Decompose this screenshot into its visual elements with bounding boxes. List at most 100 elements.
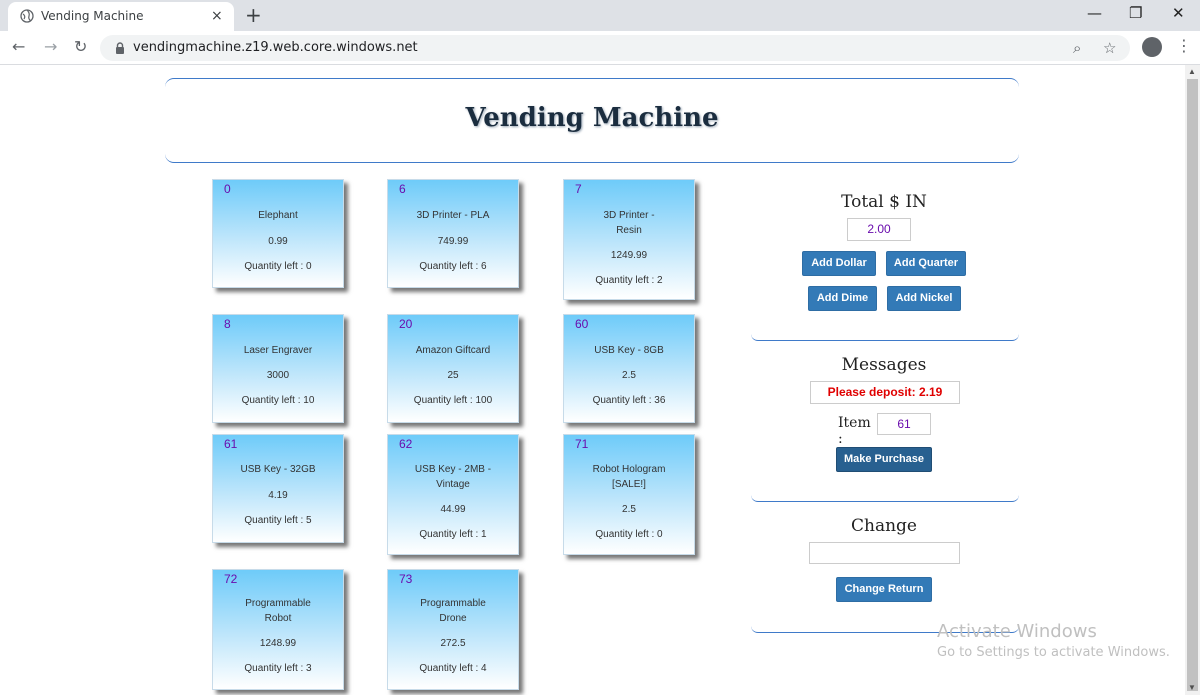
item-number: 60 xyxy=(575,317,589,331)
item-field[interactable]: 61 xyxy=(877,413,931,435)
item-price: 2.5 xyxy=(622,370,636,381)
activate-windows-hint: Go to Settings to activate Windows. xyxy=(937,645,1170,660)
add-quarter-button[interactable]: Add Quarter xyxy=(886,251,966,276)
item-number: 7 xyxy=(575,182,582,196)
bookmark-star-icon[interactable]: ☆ xyxy=(1103,39,1116,57)
item-name-line: Robot Hologram xyxy=(592,464,666,475)
item-quantity: Quantity left : 1 xyxy=(419,529,487,540)
item-number: 73 xyxy=(399,572,413,586)
item-number: 20 xyxy=(399,317,413,331)
item-quantity: Quantity left : 0 xyxy=(595,529,663,540)
zoom-icon[interactable]: ⌕ xyxy=(1073,39,1081,57)
forward-icon[interactable]: → xyxy=(44,37,57,56)
item-card[interactable]: 72 Programmable Robot 1248.99 Quantity l… xyxy=(212,569,344,690)
item-name-line: Vintage xyxy=(436,479,470,490)
item-name-line: Programmable xyxy=(245,598,311,609)
item-name: Programmable Robot xyxy=(213,596,343,626)
item-price: 272.5 xyxy=(440,638,466,649)
minimize-button[interactable]: — xyxy=(1087,4,1102,22)
add-dime-button[interactable]: Add Dime xyxy=(808,286,877,311)
scroll-thumb[interactable] xyxy=(1187,79,1198,691)
reload-icon[interactable]: ↻ xyxy=(74,37,87,56)
item-card[interactable]: 61 USB Key - 32GB 4.19 Quantity left : 5 xyxy=(212,434,344,543)
back-icon[interactable]: ← xyxy=(12,37,25,56)
messages-heading: Messages xyxy=(841,355,927,375)
item-card[interactable]: 71 Robot Hologram [SALE!] 2.5 Quantity l… xyxy=(563,434,695,555)
item-quantity: Quantity left : 100 xyxy=(413,395,493,406)
item-price: 3000 xyxy=(266,370,290,381)
page-title: Vending Machine xyxy=(465,103,719,133)
restore-button[interactable]: ❐ xyxy=(1129,4,1142,22)
total-in-field: 2.00 xyxy=(847,218,911,241)
add-nickel-button[interactable]: Add Nickel xyxy=(887,286,961,311)
change-return-button[interactable]: Change Return xyxy=(836,577,932,602)
item-name: USB Key - 8GB xyxy=(594,345,664,356)
item-name-line: [SALE!] xyxy=(612,479,646,490)
profile-avatar[interactable] xyxy=(1142,37,1162,57)
activate-windows-watermark: Activate Windows xyxy=(937,621,1097,642)
page-scrollbar[interactable]: ▲ ▼ xyxy=(1185,65,1200,695)
item-name: USB Key - 2MB - Vintage xyxy=(388,462,518,492)
item-card[interactable]: 7 3D Printer - Resin 1249.99 Quantity le… xyxy=(563,179,695,300)
item-number: 8 xyxy=(224,317,231,331)
item-number: 6 xyxy=(399,182,406,196)
item-name: Laser Engraver xyxy=(243,345,313,356)
message-field: Please deposit: 2.19 xyxy=(810,381,960,404)
item-price: 2.5 xyxy=(622,504,636,515)
item-card[interactable]: 8 Laser Engraver 3000 Quantity left : 10 xyxy=(212,314,344,423)
item-name: USB Key - 32GB xyxy=(240,464,316,475)
money-divider xyxy=(751,334,1019,341)
item-price: 1248.99 xyxy=(259,638,297,649)
tab-close-icon[interactable]: × xyxy=(211,8,223,24)
lock-icon xyxy=(116,42,124,54)
item-card[interactable]: 0 Elephant 0.99 Quantity left : 0 xyxy=(212,179,344,288)
messages-divider xyxy=(751,495,1019,502)
omnibox[interactable]: vendingmachine.z19.web.core.windows.net … xyxy=(100,35,1130,61)
item-price: 0.99 xyxy=(268,236,288,247)
item-number: 0 xyxy=(224,182,231,196)
item-card[interactable]: 6 3D Printer - PLA 749.99 Quantity left … xyxy=(387,179,519,288)
scroll-up-icon[interactable]: ▲ xyxy=(1188,67,1196,76)
browser-address-bar: ← → ↻ vendingmachine.z19.web.core.window… xyxy=(0,31,1200,65)
url-text: vendingmachine.z19.web.core.windows.net xyxy=(133,40,418,55)
browser-tab[interactable]: Vending Machine × xyxy=(8,2,234,31)
item-name: 3D Printer - Resin xyxy=(564,208,694,238)
item-price: 25 xyxy=(447,370,459,381)
tab-title: Vending Machine xyxy=(41,9,144,23)
new-tab-button[interactable]: + xyxy=(245,3,262,27)
item-quantity: Quantity left : 36 xyxy=(592,395,666,406)
item-price: 44.99 xyxy=(440,504,466,515)
header-rule-bottom xyxy=(165,154,1019,163)
item-name-line: USB Key - 2MB - xyxy=(414,464,492,475)
item-quantity: Quantity left : 5 xyxy=(244,515,312,526)
item-number: 72 xyxy=(224,572,238,586)
add-dollar-button[interactable]: Add Dollar xyxy=(802,251,876,276)
item-quantity: Quantity left : 10 xyxy=(241,395,315,406)
item-quantity: Quantity left : 6 xyxy=(419,261,487,272)
item-label: Item : xyxy=(838,415,871,447)
item-card[interactable]: 62 USB Key - 2MB - Vintage 44.99 Quantit… xyxy=(387,434,519,555)
item-quantity: Quantity left : 0 xyxy=(244,261,312,272)
globe-icon xyxy=(20,9,34,23)
item-quantity: Quantity left : 4 xyxy=(419,663,487,674)
item-name: Amazon Giftcard xyxy=(415,345,491,356)
item-name-line: Robot xyxy=(264,613,292,624)
header-rule-top xyxy=(165,78,1019,87)
item-name-line: Drone xyxy=(439,613,467,624)
change-heading: Change xyxy=(851,516,917,536)
change-field xyxy=(809,542,960,564)
item-card[interactable]: 73 Programmable Drone 272.5 Quantity lef… xyxy=(387,569,519,690)
close-window-button[interactable]: ✕ xyxy=(1172,4,1185,22)
item-price: 1249.99 xyxy=(610,250,648,261)
make-purchase-button[interactable]: Make Purchase xyxy=(836,447,932,472)
item-quantity: Quantity left : 3 xyxy=(244,663,312,674)
scroll-down-icon[interactable]: ▼ xyxy=(1188,683,1196,692)
item-name-line: Resin xyxy=(616,225,642,236)
item-card[interactable]: 60 USB Key - 8GB 2.5 Quantity left : 36 xyxy=(563,314,695,423)
item-quantity: Quantity left : 2 xyxy=(595,275,663,286)
item-name-line: 3D Printer - xyxy=(603,210,655,221)
item-name: Programmable Drone xyxy=(388,596,518,626)
item-card[interactable]: 20 Amazon Giftcard 25 Quantity left : 10… xyxy=(387,314,519,423)
item-name: Robot Hologram [SALE!] xyxy=(564,462,694,492)
menu-icon[interactable]: ⋮ xyxy=(1176,36,1192,55)
